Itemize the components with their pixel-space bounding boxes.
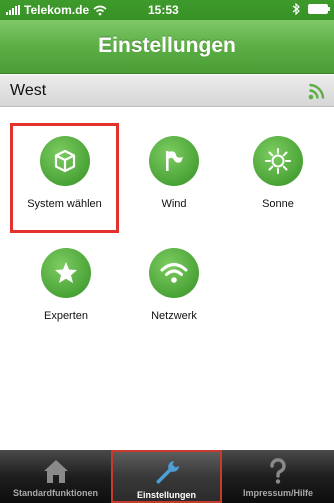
sun-icon — [265, 148, 291, 174]
wifi-icon-circle — [149, 248, 199, 298]
tab-impressum-hilfe[interactable]: Impressum/Hilfe — [222, 450, 334, 503]
rss-icon[interactable] — [308, 82, 326, 100]
tile-label: Sonne — [262, 198, 294, 210]
tile-label: Netzwerk — [151, 310, 197, 322]
signal-icon — [6, 5, 20, 15]
bluetooth-icon — [292, 3, 300, 15]
tab-einstellungen[interactable]: Einstellungen — [111, 450, 222, 503]
cube-icon — [54, 149, 75, 173]
tab-label: Standardfunktionen — [13, 488, 98, 498]
wifi-icon — [160, 263, 188, 283]
status-right — [292, 3, 330, 15]
page-title: Einstellungen — [98, 34, 236, 57]
carrier-name: Telekom.de — [24, 3, 90, 17]
flag-icon-circle — [149, 136, 199, 186]
tile-label: System wählen — [27, 198, 102, 210]
tab-standardfunktionen[interactable]: Standardfunktionen — [0, 450, 111, 503]
section-title: West — [10, 82, 47, 99]
star-icon — [55, 262, 77, 283]
navigation-bar: Einstellungen — [0, 20, 334, 74]
star-icon-circle — [41, 248, 91, 298]
section-header: West — [0, 75, 334, 107]
tile-label: Wind — [161, 198, 187, 210]
wrench-icon — [155, 461, 179, 484]
battery-icon — [308, 4, 330, 14]
tile-experten[interactable]: Experten — [16, 238, 116, 342]
tab-bar: Standardfunktionen Einstellungen Impress… — [0, 450, 334, 503]
carrier: Telekom.de — [6, 3, 107, 17]
question-icon — [270, 458, 286, 484]
tab-label: Impressum/Hilfe — [242, 488, 314, 498]
tab-label: Einstellungen — [136, 490, 196, 500]
cube-icon-circle — [39, 136, 90, 186]
home-icon — [43, 460, 68, 483]
settings-grid: System wählen Wind Sonne Experten Netzwe… — [0, 107, 334, 450]
status-time: 15:53 — [148, 3, 179, 17]
tile-netzwerk[interactable]: Netzwerk — [124, 238, 224, 342]
tile-sonne[interactable]: Sonne — [228, 126, 328, 230]
flag-icon — [166, 151, 183, 171]
sun-icon-circle — [253, 136, 303, 186]
tile-wind[interactable]: Wind — [124, 126, 224, 230]
wifi-status-icon — [93, 5, 107, 15]
tile-system-waehlen[interactable]: System wählen — [10, 123, 119, 233]
tile-label: Experten — [43, 310, 89, 322]
status-bar: Telekom.de 15:53 — [0, 0, 334, 20]
